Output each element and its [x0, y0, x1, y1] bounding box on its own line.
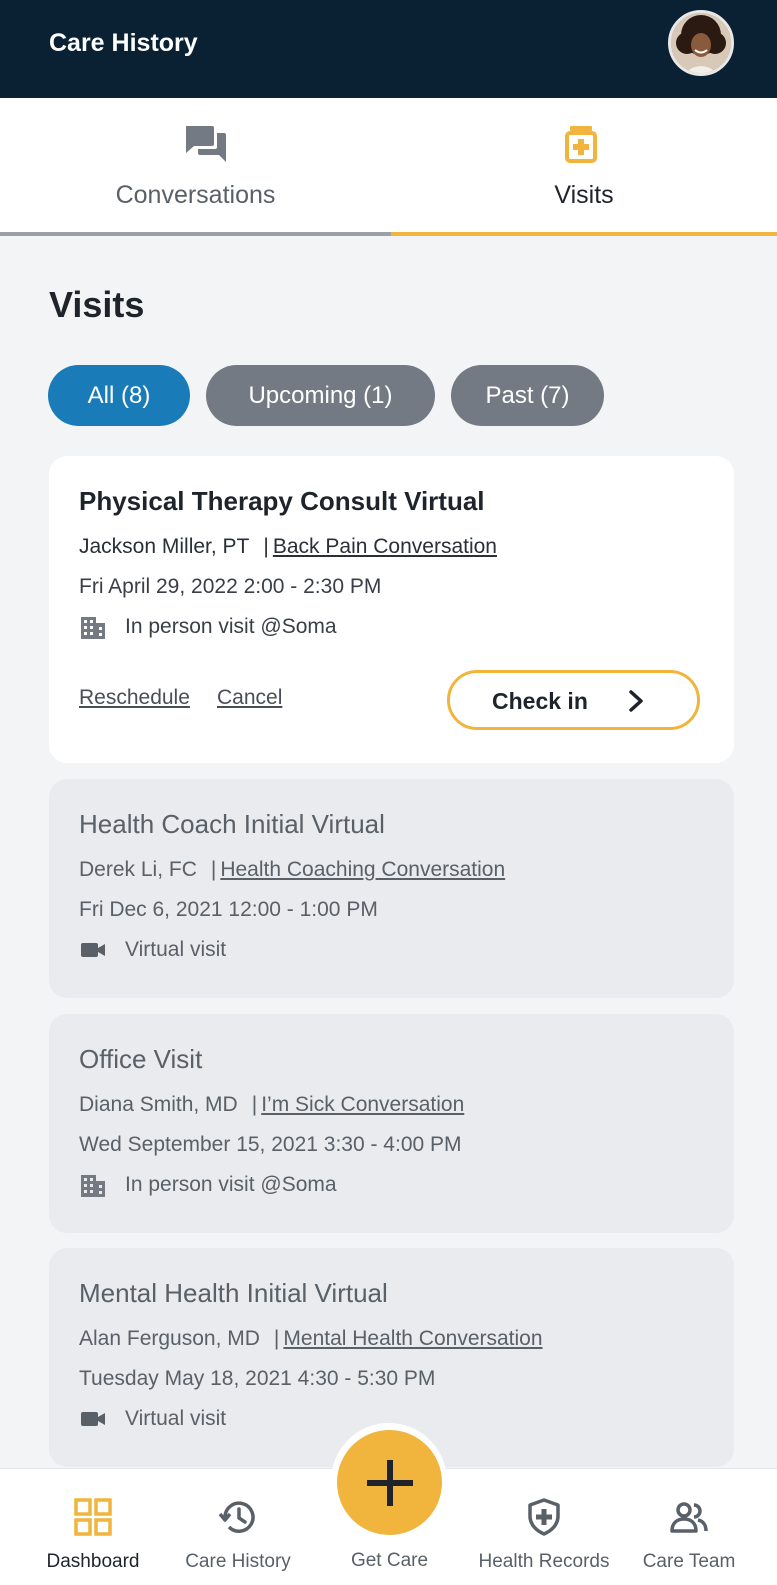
plus-icon	[367, 1460, 413, 1506]
location-label: Virtual visit	[125, 938, 227, 961]
section-title: Visits	[49, 284, 145, 325]
tab-visits-label: Visits	[554, 181, 614, 209]
separator: |	[210, 858, 217, 881]
dashboard-grid-icon	[74, 1498, 112, 1536]
visit-location: In person visit @Soma	[79, 615, 479, 643]
visit-title: Office Visit	[79, 1044, 203, 1074]
location-label: Virtual visit	[125, 1407, 227, 1430]
visit-provider-row: Derek Li, FC | Health Coaching Conversatio…	[79, 858, 505, 882]
visit-location: In person visit @Soma	[79, 1173, 479, 1201]
visit-datetime: Wed September 15, 2021 3:30 - 4:00 PM	[79, 1133, 462, 1156]
visit-provider-row: Diana Smith, MD | I’m Sick Conversation	[79, 1093, 464, 1117]
visit-card[interactable]: Office Visit Diana Smith, MD | I’m Sick Co…	[49, 1014, 734, 1233]
visit-title: Mental Health Initial Virtual	[79, 1278, 388, 1308]
video-camera-icon	[81, 1412, 105, 1426]
visit-datetime: Fri April 29, 2022 2:00 - 2:30 PM	[79, 575, 382, 598]
chat-bubbles-icon	[186, 126, 226, 162]
history-clock-icon	[218, 1501, 255, 1533]
separator: |	[273, 1327, 280, 1350]
avatar[interactable]	[668, 10, 734, 76]
tab-bar: Conversations Visits	[0, 98, 777, 236]
avatar-image	[671, 13, 731, 73]
nav-care-history[interactable]: Care History	[163, 1469, 313, 1585]
visit-location: Virtual visit	[79, 938, 479, 966]
conversation-link[interactable]: Mental Health Conversation	[283, 1327, 542, 1350]
video-camera-icon	[81, 943, 105, 957]
nav-get-care-label: Get Care	[350, 1550, 429, 1571]
chevron-right-icon	[629, 690, 643, 712]
visit-provider-row: Alan Ferguson, MD | Mental Health Conversa…	[79, 1327, 543, 1351]
nav-health-records-label: Health Records	[478, 1551, 610, 1572]
check-in-button[interactable]: Check in	[447, 670, 700, 730]
conversation-link[interactable]: Back Pain Conversation	[273, 535, 497, 558]
building-icon	[81, 1175, 105, 1197]
cancel-link[interactable]: Cancel	[217, 686, 282, 710]
location-label: In person visit @Soma	[125, 1173, 337, 1196]
tab-conversations-label: Conversations	[115, 181, 276, 209]
location-label: In person visit @Soma	[125, 615, 337, 638]
tab-visits[interactable]: Visits	[391, 98, 777, 236]
separator: |	[263, 535, 269, 558]
visit-datetime: Fri Dec 6, 2021 12:00 - 1:00 PM	[79, 898, 378, 921]
nav-care-history-label: Care History	[185, 1551, 291, 1572]
check-in-label: Check in	[492, 688, 588, 714]
get-care-button[interactable]	[337, 1430, 442, 1535]
nav-care-team[interactable]: Care Team	[614, 1469, 764, 1585]
visit-card[interactable]: Physical Therapy Consult Virtual Jackson…	[49, 456, 734, 763]
nav-dashboard-label: Dashboard	[46, 1551, 140, 1572]
medical-kit-icon	[565, 126, 597, 163]
conversation-link[interactable]: Health Coaching Conversation	[220, 858, 505, 881]
visit-provider-row: Jackson Miller, PT | Back Pain Conversatio…	[79, 535, 497, 559]
nav-dashboard[interactable]: Dashboard	[18, 1469, 168, 1585]
separator: |	[251, 1093, 258, 1116]
reschedule-link[interactable]: Reschedule	[79, 686, 190, 710]
tab-visits-underline	[391, 232, 777, 236]
visit-title: Health Coach Initial Virtual	[79, 809, 385, 839]
nav-health-records[interactable]: Health Records	[469, 1469, 619, 1585]
visit-title: Physical Therapy Consult Virtual	[79, 486, 485, 516]
app-header: Care History	[0, 0, 777, 98]
shield-cross-icon	[528, 1498, 560, 1536]
provider-name: Alan Ferguson, MD	[79, 1327, 260, 1350]
provider-name: Derek Li, FC	[79, 858, 197, 881]
provider-name: Jackson Miller, PT	[79, 535, 250, 558]
conversation-link[interactable]: I’m Sick Conversation	[261, 1093, 464, 1116]
filter-chip-past[interactable]: Past (7)	[451, 365, 604, 426]
tab-conversations-underline	[0, 232, 391, 236]
nav-care-team-label: Care Team	[642, 1551, 736, 1572]
tab-conversations[interactable]: Conversations	[0, 98, 391, 236]
filter-chip-all[interactable]: All (8)	[48, 365, 190, 426]
filter-chip-upcoming[interactable]: Upcoming (1)	[206, 365, 435, 426]
visit-datetime: Tuesday May 18, 2021 4:30 - 5:30 PM	[79, 1367, 436, 1390]
provider-name: Diana Smith, MD	[79, 1093, 238, 1116]
visit-card[interactable]: Health Coach Initial Virtual Derek Li, F…	[49, 779, 734, 998]
page-title: Care History	[49, 29, 198, 57]
people-icon	[670, 1502, 708, 1533]
building-icon	[81, 617, 105, 639]
